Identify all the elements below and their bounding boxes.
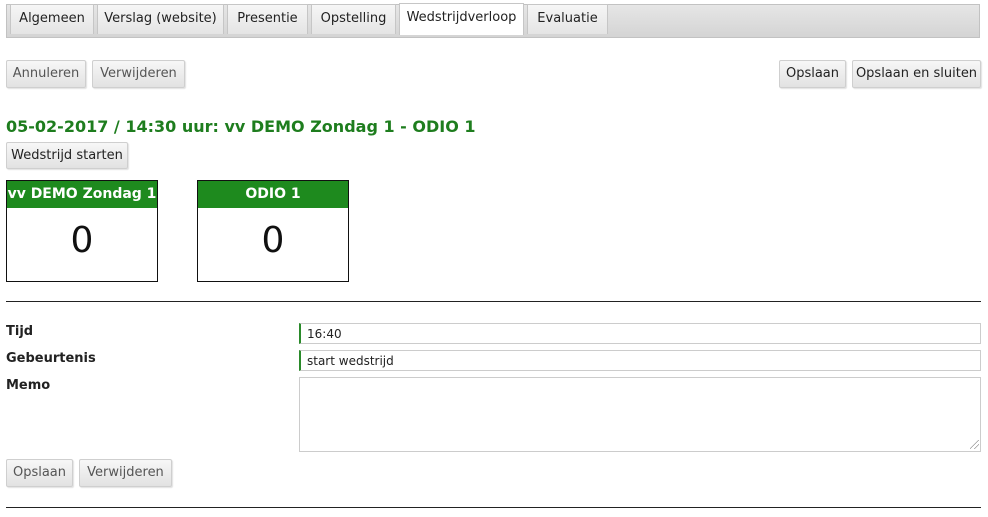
time-input[interactable] bbox=[299, 323, 981, 344]
tab-opstelling[interactable]: Opstelling bbox=[311, 4, 396, 34]
tab-evaluatie[interactable]: Evaluatie bbox=[527, 4, 608, 34]
cancel-button[interactable]: Annuleren bbox=[6, 60, 86, 88]
delete-button[interactable]: Verwijderen bbox=[92, 60, 185, 88]
tab-wedstrijdverloop[interactable]: Wedstrijdverloop bbox=[399, 3, 524, 35]
home-team-score: 0 bbox=[70, 220, 94, 261]
away-team-scorebox: ODIO 1 0 bbox=[197, 180, 349, 282]
divider-top bbox=[6, 301, 981, 302]
tab-verslag-website[interactable]: Verslag (website) bbox=[97, 4, 224, 34]
event-delete-button[interactable]: Verwijderen bbox=[79, 459, 172, 487]
home-team-name: vv DEMO Zondag 1 bbox=[7, 181, 157, 208]
event-input[interactable] bbox=[299, 350, 981, 371]
tab-presentie[interactable]: Presentie bbox=[227, 4, 308, 34]
divider-bottom bbox=[6, 507, 981, 508]
away-team-score: 0 bbox=[261, 220, 285, 261]
event-save-button[interactable]: Opslaan bbox=[6, 459, 73, 487]
event-label: Gebeurtenis bbox=[6, 351, 96, 366]
start-match-button[interactable]: Wedstrijd starten bbox=[6, 142, 128, 169]
memo-textarea[interactable] bbox=[299, 377, 981, 452]
save-and-close-button[interactable]: Opslaan en sluiten bbox=[852, 60, 981, 88]
time-label: Tijd bbox=[6, 324, 34, 339]
match-title: 05-02-2017 / 14:30 uur: vv DEMO Zondag 1… bbox=[6, 117, 476, 136]
resize-grip-icon[interactable] bbox=[970, 440, 979, 449]
memo-label: Memo bbox=[6, 378, 51, 393]
away-team-name: ODIO 1 bbox=[198, 181, 348, 208]
save-button[interactable]: Opslaan bbox=[779, 60, 846, 88]
tab-algemeen[interactable]: Algemeen bbox=[10, 4, 94, 34]
home-team-scorebox: vv DEMO Zondag 1 0 bbox=[6, 180, 158, 282]
